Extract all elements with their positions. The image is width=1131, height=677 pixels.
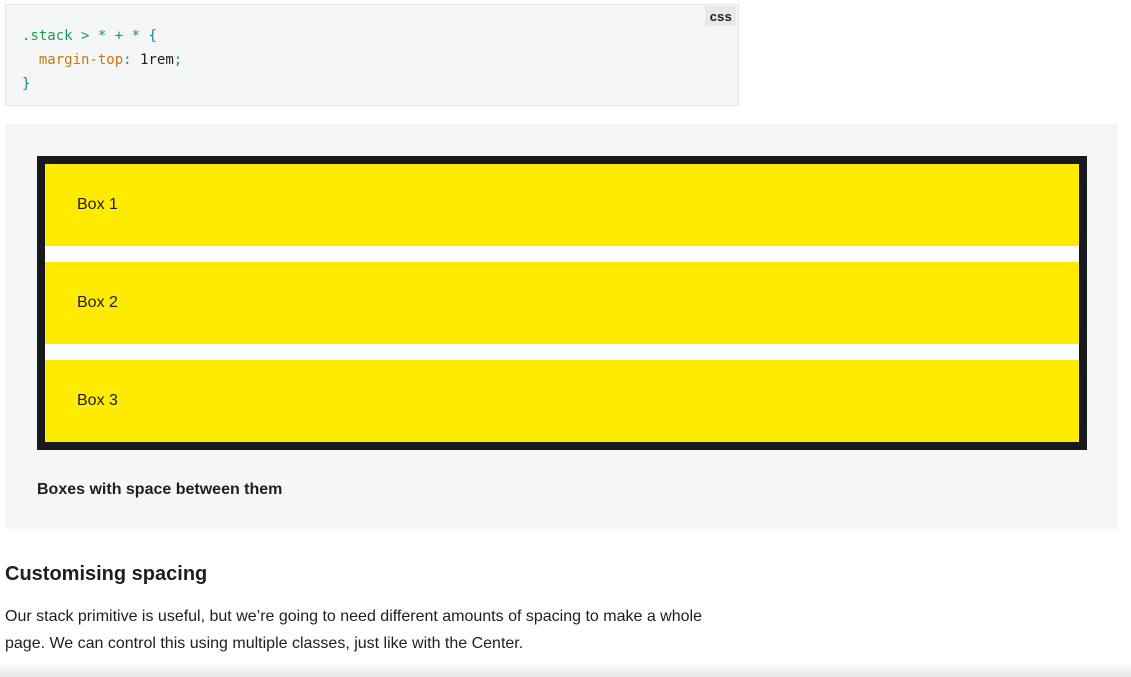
- demo-box-1: Box 1: [45, 164, 1079, 246]
- demo-panel: Box 1 Box 2 Box 3 Boxes with space betwe…: [5, 124, 1118, 529]
- code-content: .stack > * + * { margin-top: 1rem; }: [22, 24, 182, 96]
- demo-box-label: Box 1: [77, 196, 118, 213]
- demo-box-label: Box 2: [77, 294, 118, 311]
- code-property: margin-top: [38, 52, 124, 68]
- section-heading: Customising spacing: [5, 563, 208, 585]
- code-value: 1rem: [140, 52, 174, 68]
- demo-caption: Boxes with space between them: [37, 481, 283, 498]
- code-colon: :: [123, 52, 132, 68]
- demo-box-label: Box 3: [77, 392, 118, 409]
- code-block: css .stack > * + * { margin-top: 1rem; }: [5, 4, 739, 106]
- demo-box-2: Box 2: [45, 262, 1079, 344]
- stack-inner: Box 1 Box 2 Box 3: [45, 164, 1079, 442]
- bottom-fade: [0, 663, 1131, 677]
- code-open-brace: {: [148, 28, 157, 44]
- section-paragraph: Our stack primitive is useful, but we’re…: [5, 608, 702, 652]
- stack-demo: Box 1 Box 2 Box 3: [37, 156, 1087, 450]
- code-language-badge: css: [704, 6, 736, 26]
- page: css .stack > * + * { margin-top: 1rem; }…: [0, 0, 1131, 677]
- code-close-brace: }: [22, 76, 31, 92]
- demo-box-3: Box 3: [45, 360, 1079, 442]
- code-semicolon: ;: [173, 52, 183, 68]
- code-selector: .stack > * + *: [22, 28, 141, 44]
